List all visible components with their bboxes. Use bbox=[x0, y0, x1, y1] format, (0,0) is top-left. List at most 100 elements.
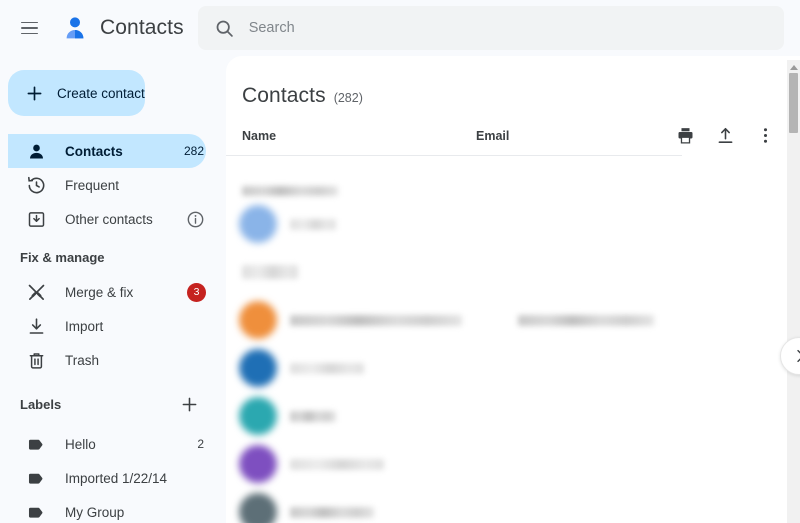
sidebar-item-label: Merge & fix bbox=[65, 285, 169, 300]
labels-nav: Hello 2 Imported 1/22/14 bbox=[0, 427, 226, 523]
contacts-app: Contacts Create con bbox=[0, 0, 800, 523]
more-vert-icon[interactable] bbox=[752, 123, 778, 149]
contacts-count: (282) bbox=[334, 91, 363, 105]
create-label-button[interactable] bbox=[176, 391, 202, 417]
upload-export-icon[interactable] bbox=[712, 123, 738, 149]
sidebar-nav: Contacts 282 Frequent bbox=[0, 134, 226, 236]
scrollbar-thumb[interactable] bbox=[789, 73, 798, 133]
sidebar-label-text: My Group bbox=[65, 505, 206, 520]
contacts-rows bbox=[226, 174, 800, 523]
contacts-list-container: Contacts (282) Name Email bbox=[226, 56, 800, 523]
table-row[interactable] bbox=[226, 440, 800, 488]
redacted-name bbox=[290, 315, 462, 326]
scroll-up-arrow-icon[interactable] bbox=[790, 65, 798, 70]
fix-and-manage-nav: Merge & fix 3 Import bbox=[0, 275, 226, 377]
sidebar-item-merge-and-fix[interactable]: Merge & fix 3 bbox=[8, 275, 206, 309]
info-icon[interactable] bbox=[185, 209, 206, 230]
row-name-cell bbox=[290, 459, 476, 470]
sidebar-item-label: Frequent bbox=[65, 178, 206, 193]
sidebar-item-contacts[interactable]: Contacts 282 bbox=[8, 134, 206, 168]
avatar bbox=[239, 445, 277, 483]
table-row[interactable] bbox=[226, 200, 800, 248]
print-icon[interactable] bbox=[672, 123, 698, 149]
avatar bbox=[239, 205, 277, 243]
avatar bbox=[239, 301, 277, 339]
search-icon bbox=[214, 18, 235, 39]
column-header-name[interactable]: Name bbox=[242, 129, 476, 143]
sidebar-label-hello[interactable]: Hello 2 bbox=[8, 427, 206, 461]
avatar bbox=[239, 349, 277, 387]
table-actions bbox=[672, 123, 800, 149]
table-row[interactable] bbox=[226, 296, 800, 344]
top-app-bar: Contacts bbox=[0, 0, 800, 56]
table-header: Name Email bbox=[226, 116, 800, 156]
redacted-name bbox=[290, 507, 374, 518]
search-input[interactable] bbox=[249, 6, 768, 50]
sidebar-label-imported[interactable]: Imported 1/22/14 bbox=[8, 461, 206, 495]
row-name-cell bbox=[290, 315, 476, 326]
page-title: Contacts (282) bbox=[226, 56, 800, 108]
merge-fix-badge: 3 bbox=[187, 283, 206, 302]
sidebar-label-text: Hello bbox=[65, 437, 179, 452]
sidebar-item-other-contacts[interactable]: Other contacts bbox=[8, 202, 206, 236]
avatar bbox=[239, 493, 277, 523]
row-name-cell bbox=[290, 219, 476, 230]
row-email-cell bbox=[476, 315, 800, 326]
sidebar-label-text: Imported 1/22/14 bbox=[65, 471, 206, 486]
section-label: Labels bbox=[20, 397, 176, 412]
sidebar: Create contact Contacts 282 bbox=[0, 56, 226, 523]
row-name-cell bbox=[290, 411, 476, 422]
table-row[interactable] bbox=[226, 344, 800, 392]
row-name-cell bbox=[290, 507, 476, 518]
trash-icon bbox=[26, 350, 47, 371]
sidebar-item-label: Trash bbox=[65, 353, 206, 368]
search-bar[interactable] bbox=[198, 6, 784, 50]
search-area bbox=[184, 0, 800, 56]
section-label: Fix & manage bbox=[20, 250, 226, 265]
label-tag-icon bbox=[26, 502, 47, 523]
contacts-main-panel: Contacts (282) Name Email bbox=[226, 56, 800, 523]
create-contact-button[interactable]: Create contact bbox=[8, 70, 145, 116]
header-divider-gap bbox=[682, 155, 800, 156]
page-title-text: Contacts bbox=[242, 84, 326, 108]
vertical-scrollbar[interactable] bbox=[787, 60, 800, 523]
person-icon bbox=[26, 141, 47, 162]
sidebar-label-my-group[interactable]: My Group bbox=[8, 495, 206, 523]
row-name-cell bbox=[290, 363, 476, 374]
sidebar-item-import[interactable]: Import bbox=[8, 309, 206, 343]
label-tag-icon bbox=[26, 468, 47, 489]
redacted-name bbox=[242, 186, 338, 196]
chevron-right-icon bbox=[792, 348, 800, 364]
archive-box-icon bbox=[26, 209, 47, 230]
app-body: Create contact Contacts 282 bbox=[0, 56, 800, 523]
contacts-person-logo bbox=[60, 13, 90, 43]
merge-tools-icon bbox=[26, 282, 47, 303]
history-clock-icon bbox=[26, 175, 47, 196]
table-row[interactable] bbox=[226, 174, 800, 200]
import-download-icon bbox=[26, 316, 47, 337]
table-row[interactable] bbox=[226, 488, 800, 523]
sidebar-item-frequent[interactable]: Frequent bbox=[8, 168, 206, 202]
row-name-cell bbox=[242, 265, 428, 279]
app-brand[interactable]: Contacts bbox=[60, 13, 184, 43]
row-name-cell bbox=[242, 186, 428, 196]
hamburger-menu-icon[interactable] bbox=[12, 11, 46, 45]
table-row[interactable] bbox=[226, 248, 800, 296]
avatar bbox=[239, 397, 277, 435]
redacted-name bbox=[242, 265, 298, 279]
sidebar-item-label: Import bbox=[65, 319, 206, 334]
label-tag-icon bbox=[26, 434, 47, 455]
redacted-name bbox=[290, 411, 336, 422]
create-contact-label: Create contact bbox=[57, 86, 145, 101]
column-header-email[interactable]: Email bbox=[476, 129, 672, 143]
table-row[interactable] bbox=[226, 392, 800, 440]
fix-and-manage-section-title: Fix & manage bbox=[0, 236, 226, 273]
labels-section-title: Labels bbox=[0, 377, 226, 425]
sidebar-item-count: 282 bbox=[184, 144, 206, 158]
sidebar-item-label: Other contacts bbox=[65, 212, 167, 227]
redacted-name bbox=[290, 459, 384, 470]
sidebar-item-trash[interactable]: Trash bbox=[8, 343, 206, 377]
app-title: Contacts bbox=[100, 16, 184, 40]
redacted-name bbox=[290, 363, 364, 374]
plus-icon bbox=[24, 83, 45, 104]
